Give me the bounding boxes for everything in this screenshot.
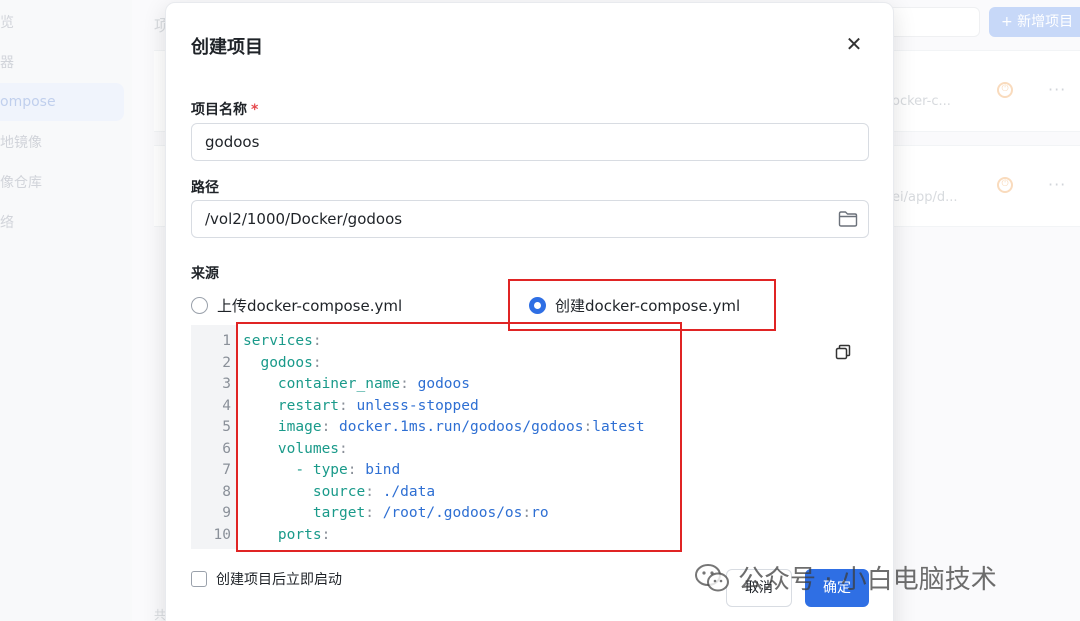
line-number: 1 [222,333,231,349]
line-number: 4 [222,397,231,414]
wechat-logo-icon [695,563,729,591]
source-label: 来源 [191,266,219,282]
source-upload-radio[interactable]: 上传docker-compose.yml [191,295,402,316]
project-name-label: 项目名称 * [191,99,258,119]
source-upload-label: 上传docker-compose.yml [217,297,403,315]
path-label: 路径 [191,180,219,196]
line-number: 5 [222,419,231,435]
line-number: 3 [222,376,231,392]
project-name-input[interactable]: godoos [191,123,869,161]
copy-icon[interactable] [835,344,851,360]
radio-unselected-icon [191,297,208,314]
dialog-title: 创建项目 [191,37,263,58]
line-number: 7 [222,462,231,478]
project-name-label-text: 项目名称 [191,102,247,118]
annotation-box-code [236,322,682,552]
line-number: 2 [222,354,231,371]
path-input[interactable]: /vol2/1000/Docker/godoos [191,200,869,238]
watermark-text: 公众号 · 小白电脑技术 [738,565,997,595]
required-mark: * [251,102,259,118]
line-number: 10 [213,526,231,543]
close-icon[interactable]: ✕ [844,34,864,54]
autostart-checkbox[interactable]: 创建项目后立即启动 [191,569,342,589]
autostart-label: 创建项目后立即启动 [216,572,342,588]
line-number: 6 [222,440,231,457]
line-number: 8 [222,483,231,500]
folder-icon[interactable] [838,211,858,227]
watermark: 公众号 · 小白电脑技术 [694,559,997,596]
line-number: 9 [222,505,231,521]
checkbox-box [191,571,207,587]
